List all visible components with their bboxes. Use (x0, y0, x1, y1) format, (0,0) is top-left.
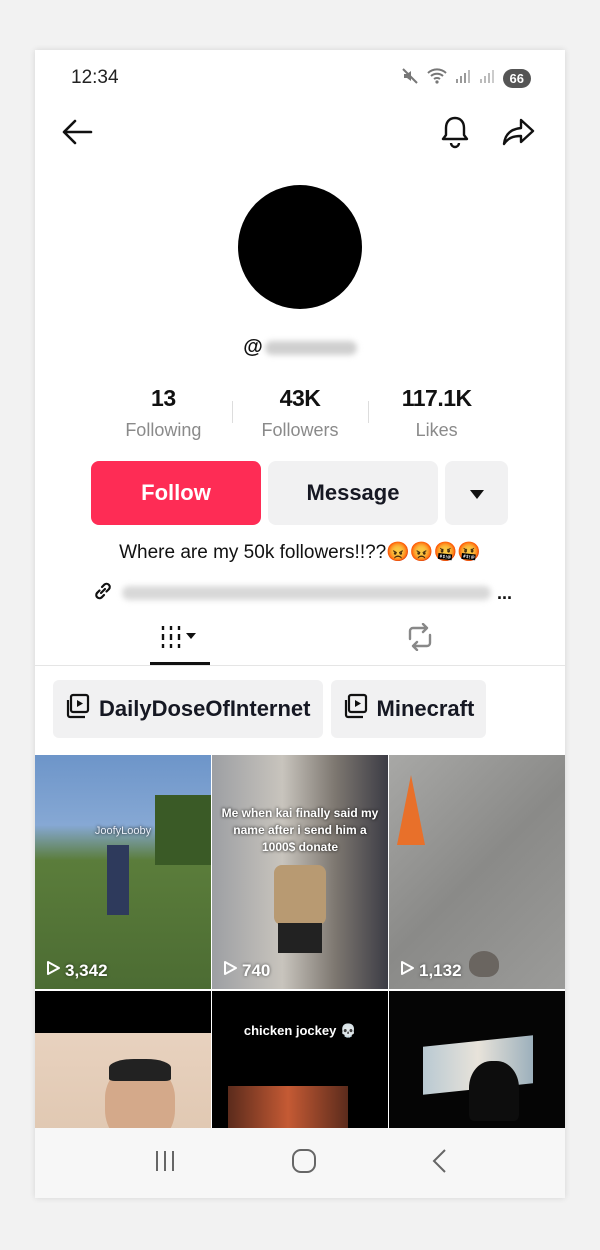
stat-label: Likes (415, 420, 458, 440)
view-count-value: 740 (242, 960, 271, 980)
share-icon (502, 117, 536, 152)
traffic-cone-shape (397, 775, 425, 845)
tree-shape (155, 795, 211, 865)
username-prefix: @ (243, 336, 263, 358)
back-nav-icon[interactable] (430, 1148, 448, 1179)
play-icon (222, 960, 238, 981)
battery-indicator: 66 (502, 69, 531, 88)
stat-value: 43K (279, 385, 321, 411)
back-button[interactable] (55, 112, 99, 156)
view-count: 3,342 (45, 960, 108, 981)
playlist-chip[interactable]: DailyDoseOfInternet (53, 680, 323, 738)
bio-link[interactable]: ... (92, 578, 512, 608)
silhouette-shape (469, 1061, 519, 1121)
recent-apps-icon[interactable] (152, 1149, 178, 1178)
follow-button[interactable]: Follow (91, 461, 261, 525)
stat-value: 13 (151, 385, 176, 411)
username-redacted (264, 340, 357, 355)
stat-label: Followers (261, 420, 339, 440)
home-icon[interactable] (291, 1148, 317, 1179)
caret-down-icon (469, 480, 485, 506)
top-bar (35, 112, 565, 160)
view-count-value: 3,342 (65, 960, 108, 980)
message-button[interactable]: Message (268, 461, 438, 525)
status-time: 12:34 (71, 67, 119, 88)
profile-stats: 13 Following 43K Followers 117.1K Likes (95, 385, 505, 445)
playlist-icon (343, 693, 369, 725)
playlist-chip[interactable]: Minecraft (330, 680, 487, 738)
link-url-redacted (122, 586, 491, 600)
mute-icon (401, 67, 419, 90)
video-thumbnail[interactable]: Me when kai finally said my name after i… (212, 755, 388, 989)
cat-shape (469, 951, 499, 977)
tab-reposts[interactable] (390, 613, 450, 665)
signal-icon (455, 69, 471, 88)
stat-value: 117.1K (401, 385, 472, 411)
playlist-label: Minecraft (376, 696, 475, 721)
play-icon (45, 960, 61, 981)
repost-icon (404, 622, 436, 656)
wifi-icon (426, 68, 447, 89)
more-options-button[interactable] (445, 461, 508, 525)
play-icon (399, 960, 415, 981)
view-count: 740 (222, 960, 270, 981)
status-bar: 12:34 66 (35, 50, 565, 106)
playlist-label: DailyDoseOfInternet (99, 696, 311, 721)
grid-icon (159, 624, 201, 655)
stat-following[interactable]: 13 Following (95, 385, 232, 445)
figure-shape (107, 845, 129, 915)
link-icon (92, 580, 114, 607)
hair-shape (109, 1059, 171, 1081)
content-tabs (35, 613, 565, 666)
arrow-left-icon (61, 118, 93, 151)
stat-label: Following (125, 420, 202, 440)
view-count: 1,132 (399, 960, 462, 981)
notifications-button[interactable] (433, 112, 477, 156)
signal-icon (479, 69, 495, 88)
tab-videos[interactable] (150, 613, 210, 665)
video-overlay-text: chicken jockey 💀 (243, 1023, 357, 1038)
username: @ (35, 336, 565, 359)
figure-shape (274, 865, 326, 925)
android-nav-bar (35, 1128, 565, 1198)
status-icons: 66 (401, 67, 531, 90)
stat-likes[interactable]: 117.1K Likes (368, 385, 505, 445)
link-ellipsis: ... (496, 582, 512, 603)
playlist-icon (65, 693, 91, 725)
phone-screen: 12:34 66 @ 13 Following 43K Followers 11… (35, 50, 565, 1198)
video-thumbnail[interactable]: 1,132 (389, 755, 565, 989)
playlists: DailyDoseOfInternet Minecraft (53, 680, 487, 738)
figure-shape (278, 923, 322, 953)
share-button[interactable] (497, 112, 541, 156)
view-count-value: 1,132 (419, 960, 462, 980)
avatar[interactable] (238, 185, 362, 309)
stat-followers[interactable]: 43K Followers (231, 385, 369, 445)
video-overlay-text: Me when kai finally said my name after i… (221, 806, 379, 854)
video-thumbnail[interactable]: JoofyLooby 3,342 (35, 755, 211, 989)
bio-text: Where are my 50k followers!!??😡😡🤬🤬 (119, 542, 481, 563)
bell-icon (440, 115, 470, 154)
